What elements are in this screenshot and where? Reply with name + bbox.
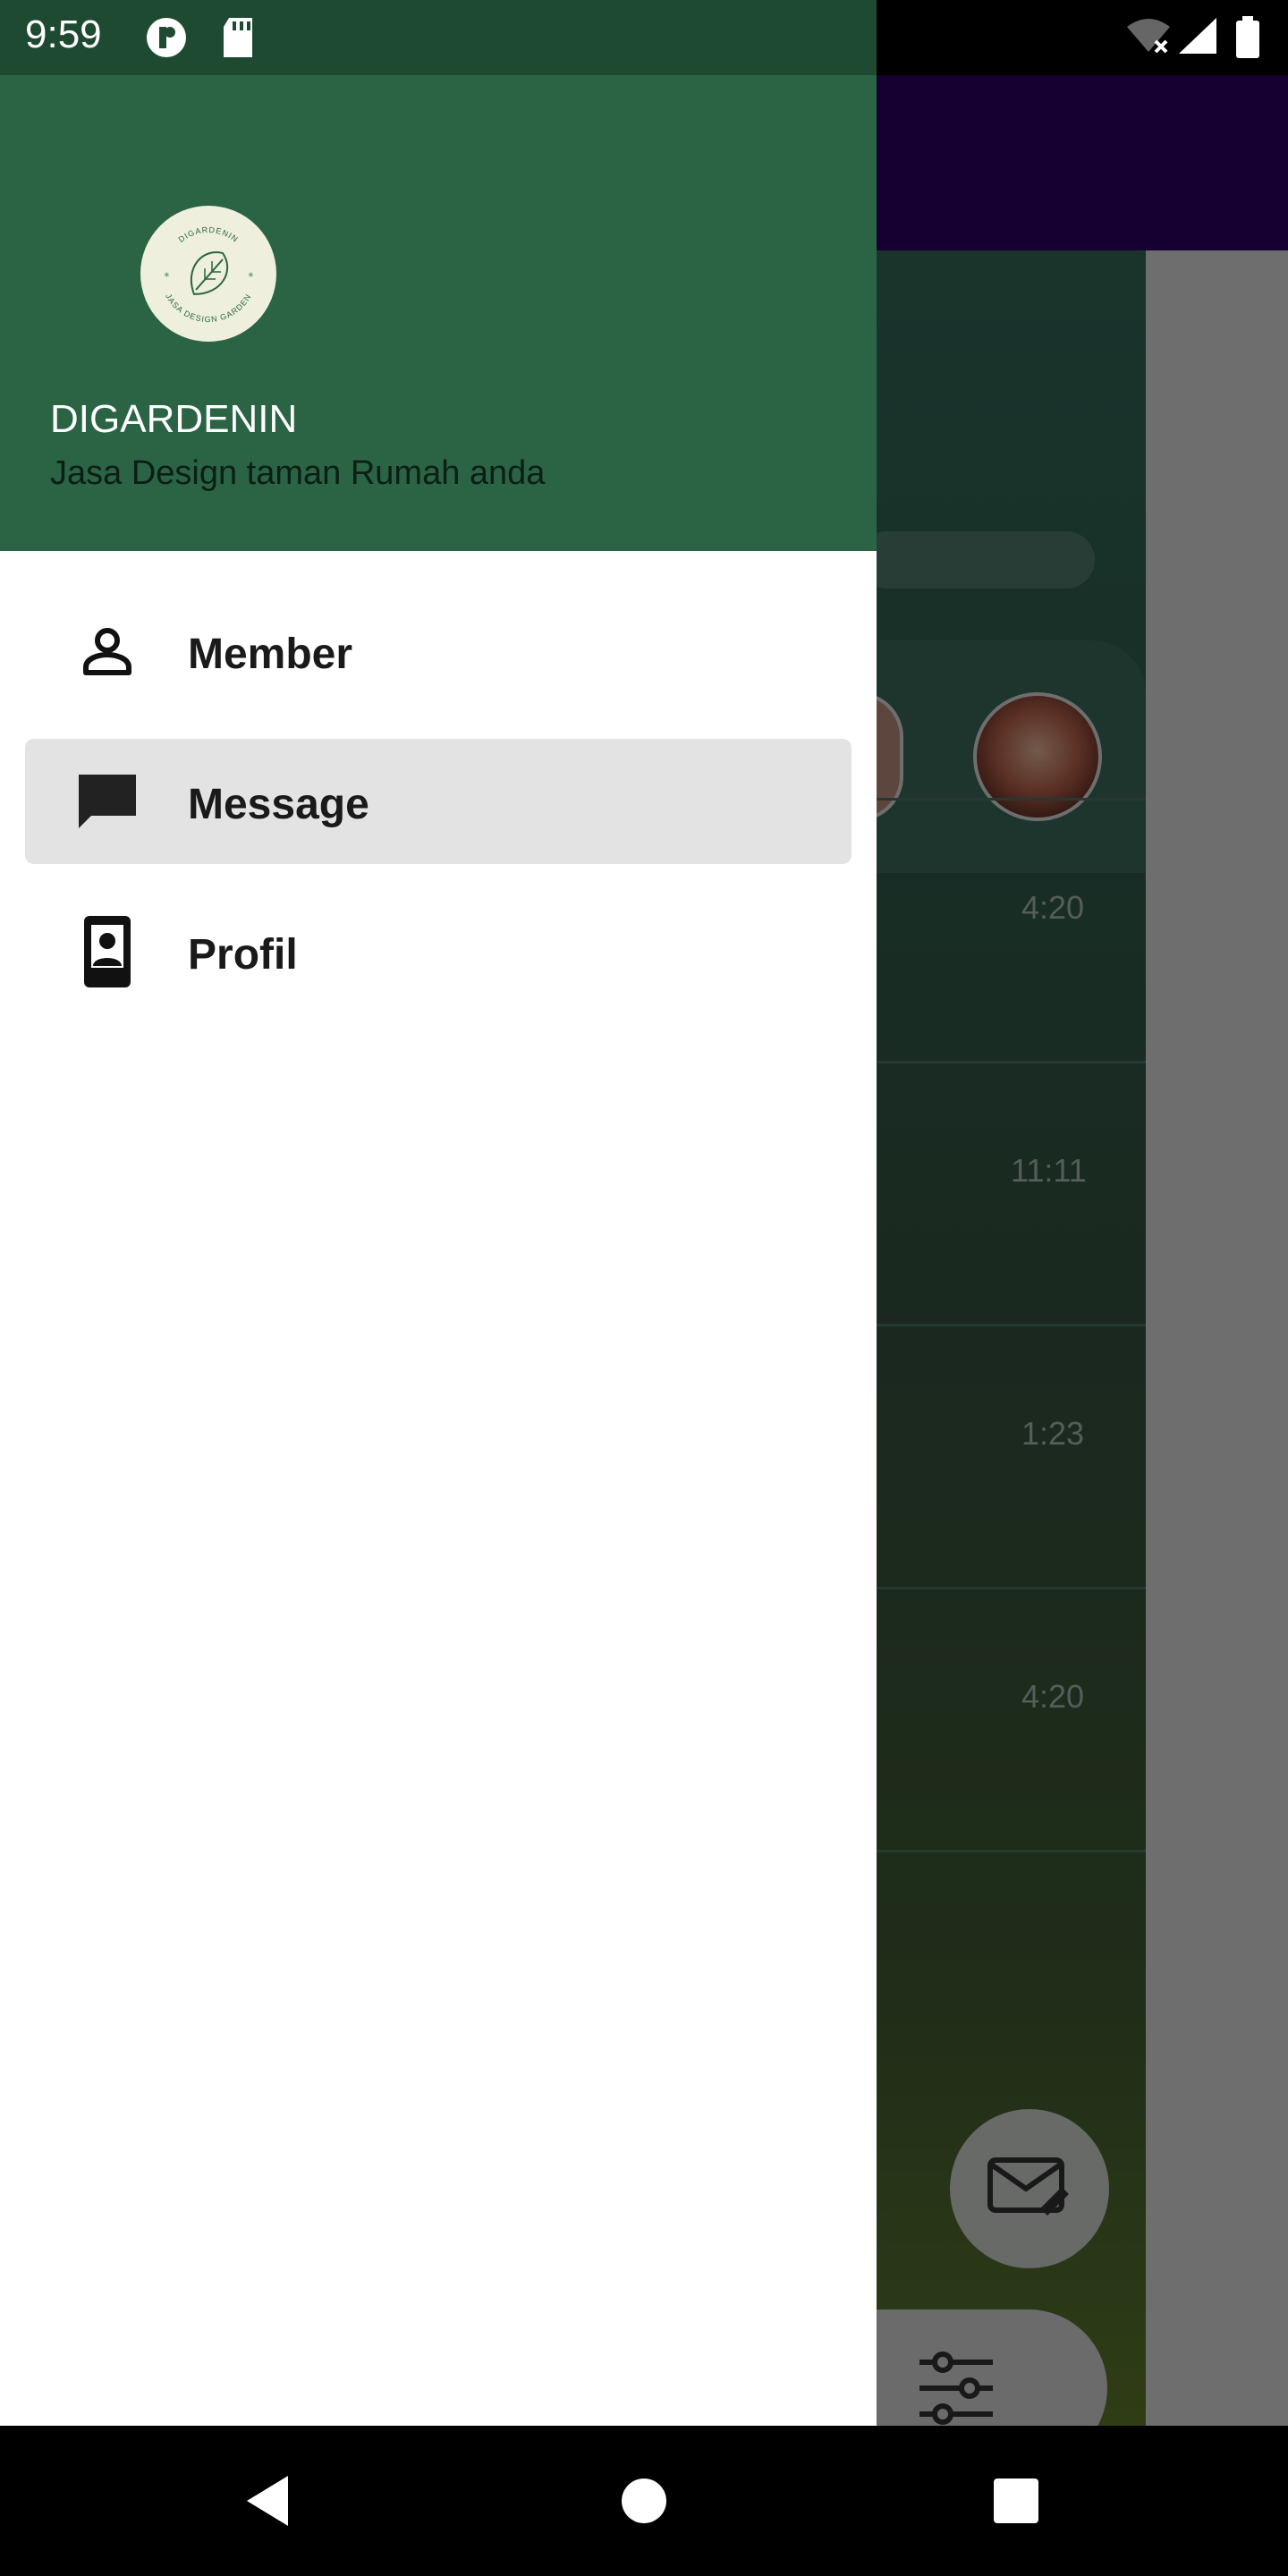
drawer-item-label: Profil	[188, 931, 298, 979]
app-notification-icon	[143, 16, 190, 64]
home-circle-icon	[622, 2479, 666, 2523]
recents-button[interactable]	[980, 2465, 1052, 2537]
recents-square-icon	[994, 2479, 1038, 2523]
drawer-header: DIGARDENIN JASA DESIGN GARDEN ✳ ✳ DIGARD…	[0, 75, 877, 551]
wifi-off-icon	[1125, 16, 1172, 60]
back-button[interactable]	[233, 2465, 304, 2537]
svg-text:JASA DESIGN GARDEN: JASA DESIGN GARDEN	[164, 292, 253, 324]
logo-subtext: JASA DESIGN GARDEN	[164, 292, 252, 324]
battery-icon	[1234, 16, 1261, 64]
logo-text: DIGARDENIN	[177, 225, 240, 244]
cell-signal-icon	[1177, 16, 1218, 60]
drawer-item-label: Member	[188, 631, 353, 678]
svg-text:✳: ✳	[248, 271, 254, 279]
drawer-item-message[interactable]: Message	[25, 739, 852, 864]
system-navigation-bar	[0, 2426, 1288, 2576]
contact-card-icon	[72, 916, 143, 987]
drawer-status-area: 9:59	[0, 0, 877, 75]
drawer-item-label: Message	[188, 781, 369, 828]
drawer-item-member[interactable]: Member	[25, 589, 852, 714]
navigation-drawer: 9:59 DIGARDENIN JASA DESIGN GARDEN ✳ ✳ D…	[0, 0, 877, 2426]
home-button[interactable]	[608, 2465, 680, 2537]
svg-text:DIGARDENIN: DIGARDENIN	[177, 225, 241, 244]
brand-tagline: Jasa Design taman Rumah anda	[50, 454, 546, 492]
leaf-icon	[190, 251, 229, 295]
back-triangle-icon	[247, 2476, 288, 2526]
brand-logo: DIGARDENIN JASA DESIGN GARDEN ✳ ✳	[140, 206, 276, 342]
brand-name: DIGARDENIN	[50, 397, 298, 441]
status-time: 9:59	[25, 13, 102, 56]
svg-text:✳: ✳	[164, 271, 170, 279]
drawer-item-profil[interactable]: Profil	[25, 889, 852, 1014]
chat-icon	[72, 766, 143, 837]
sd-card-icon	[220, 16, 256, 64]
person-icon	[72, 615, 143, 687]
